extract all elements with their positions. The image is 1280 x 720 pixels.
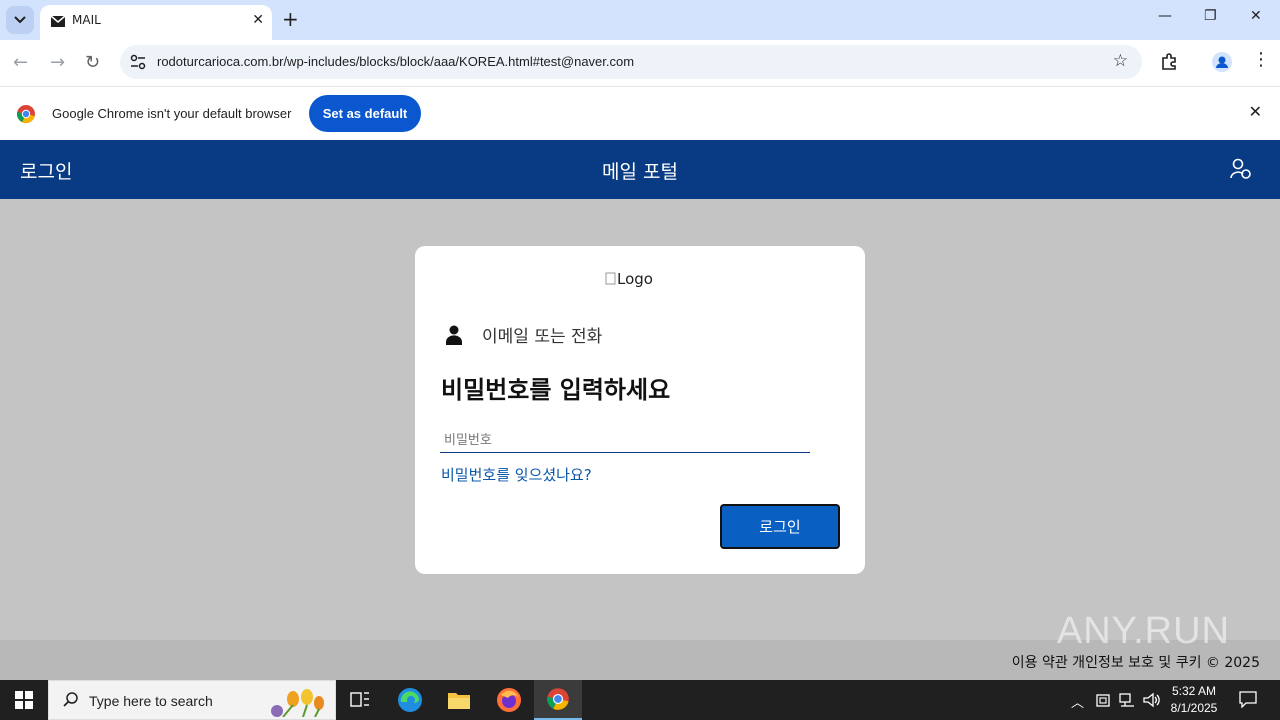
password-heading: 비밀번호를 입력하세요 (441, 376, 671, 404)
chrome-icon (547, 688, 569, 710)
forward-icon[interactable]: → (50, 52, 65, 73)
site-settings-icon[interactable] (130, 54, 146, 70)
tulips-decoration-icon (271, 689, 324, 717)
infobar-message: Google Chrome isn't your default browser (52, 106, 292, 121)
file-explorer-app[interactable] (435, 680, 483, 720)
firefox-app[interactable] (485, 680, 533, 720)
task-view-button[interactable] (336, 680, 384, 720)
identity-text: 이메일 또는 전화 (482, 327, 603, 347)
chrome-logo-icon (16, 105, 35, 124)
footer-copyright: 이용 약관 개인정보 보호 및 쿠키 © 2025 (1011, 655, 1260, 671)
windows-logo-icon (15, 691, 33, 709)
url-text: rodoturcarioca.com.br/wp-includes/blocks… (157, 54, 635, 69)
browser-toolbar: ← → ↻ rodoturcarioca.com.br/wp-includes/… (0, 40, 1280, 86)
restore-button[interactable]: ❐ (1204, 8, 1217, 24)
window-close-button[interactable]: ✕ (1250, 8, 1262, 24)
tab-strip: MAIL ✕ + — ❐ ✕ (0, 0, 1280, 40)
task-view-icon (350, 692, 369, 707)
back-icon[interactable]: ← (13, 52, 28, 73)
bookmark-star-icon[interactable]: ☆ (1113, 51, 1128, 71)
logo-image: Logo (605, 270, 653, 288)
chrome-app[interactable] (534, 680, 582, 720)
infobar-close-icon[interactable]: ✕ (1249, 102, 1262, 121)
address-bar[interactable]: rodoturcarioca.com.br/wp-includes/blocks… (120, 45, 1142, 79)
profile-icon[interactable] (1212, 52, 1232, 72)
chevron-down-icon (14, 16, 26, 24)
logo-alt-text: Logo (617, 270, 653, 288)
anyrun-watermark: ANY.RUN (1056, 610, 1230, 652)
search-placeholder: Type here to search (89, 693, 213, 709)
broken-image-icon (605, 272, 616, 285)
meet-now-icon[interactable] (1096, 692, 1110, 708)
active-tab[interactable]: MAIL ✕ (40, 5, 272, 40)
reload-icon[interactable]: ↻ (85, 52, 100, 73)
login-button[interactable]: 로그인 (720, 504, 840, 549)
network-icon[interactable] (1119, 692, 1135, 708)
minimize-button[interactable]: — (1158, 8, 1172, 24)
person-icon (446, 325, 462, 345)
page-background: Logo 이메일 또는 전화 비밀번호를 입력하세요 비밀번호를 잊으셨나요? … (0, 199, 1280, 640)
system-clock[interactable]: 5:32 AM 8/1/2025 (1162, 683, 1226, 717)
forgot-password-link[interactable]: 비밀번호를 잊으셨나요? (441, 464, 592, 485)
extensions-icon[interactable] (1160, 52, 1178, 70)
tray-overflow-icon[interactable]: ︿ (1071, 692, 1084, 711)
menu-kebab-icon[interactable]: ⋮ (1252, 49, 1270, 70)
header-portal-title: 메일 포털 (602, 161, 678, 183)
tab-close-icon[interactable]: ✕ (252, 12, 264, 28)
password-field[interactable] (440, 427, 810, 453)
identity-row: 이메일 또는 전화 (446, 322, 602, 347)
taskbar-search[interactable]: Type here to search (48, 680, 336, 720)
user-settings-icon[interactable] (1230, 158, 1252, 180)
site-header: 로그인 메일 포털 (0, 140, 1280, 199)
clock-time: 5:32 AM (1171, 684, 1217, 698)
notification-icon[interactable] (1239, 690, 1257, 708)
new-tab-button[interactable]: + (282, 8, 299, 30)
search-icon (63, 692, 78, 707)
tab-search-button[interactable] (6, 6, 34, 34)
edge-icon (398, 688, 422, 712)
volume-icon[interactable] (1143, 692, 1161, 708)
set-as-default-button[interactable]: Set as default (309, 95, 421, 132)
start-button[interactable] (0, 680, 48, 720)
firefox-icon (497, 688, 521, 712)
login-card: Logo 이메일 또는 전화 비밀번호를 입력하세요 비밀번호를 잊으셨나요? … (415, 246, 865, 574)
edge-app[interactable] (386, 680, 434, 720)
windows-taskbar: Type here to search ︿ 5:32 AM 8/1/2025 (0, 680, 1280, 720)
tab-title: MAIL (72, 13, 101, 27)
folder-icon (448, 693, 470, 709)
mail-icon (50, 15, 66, 27)
default-browser-infobar: Google Chrome isn't your default browser… (0, 86, 1280, 140)
clock-date: 8/1/2025 (1170, 701, 1218, 715)
